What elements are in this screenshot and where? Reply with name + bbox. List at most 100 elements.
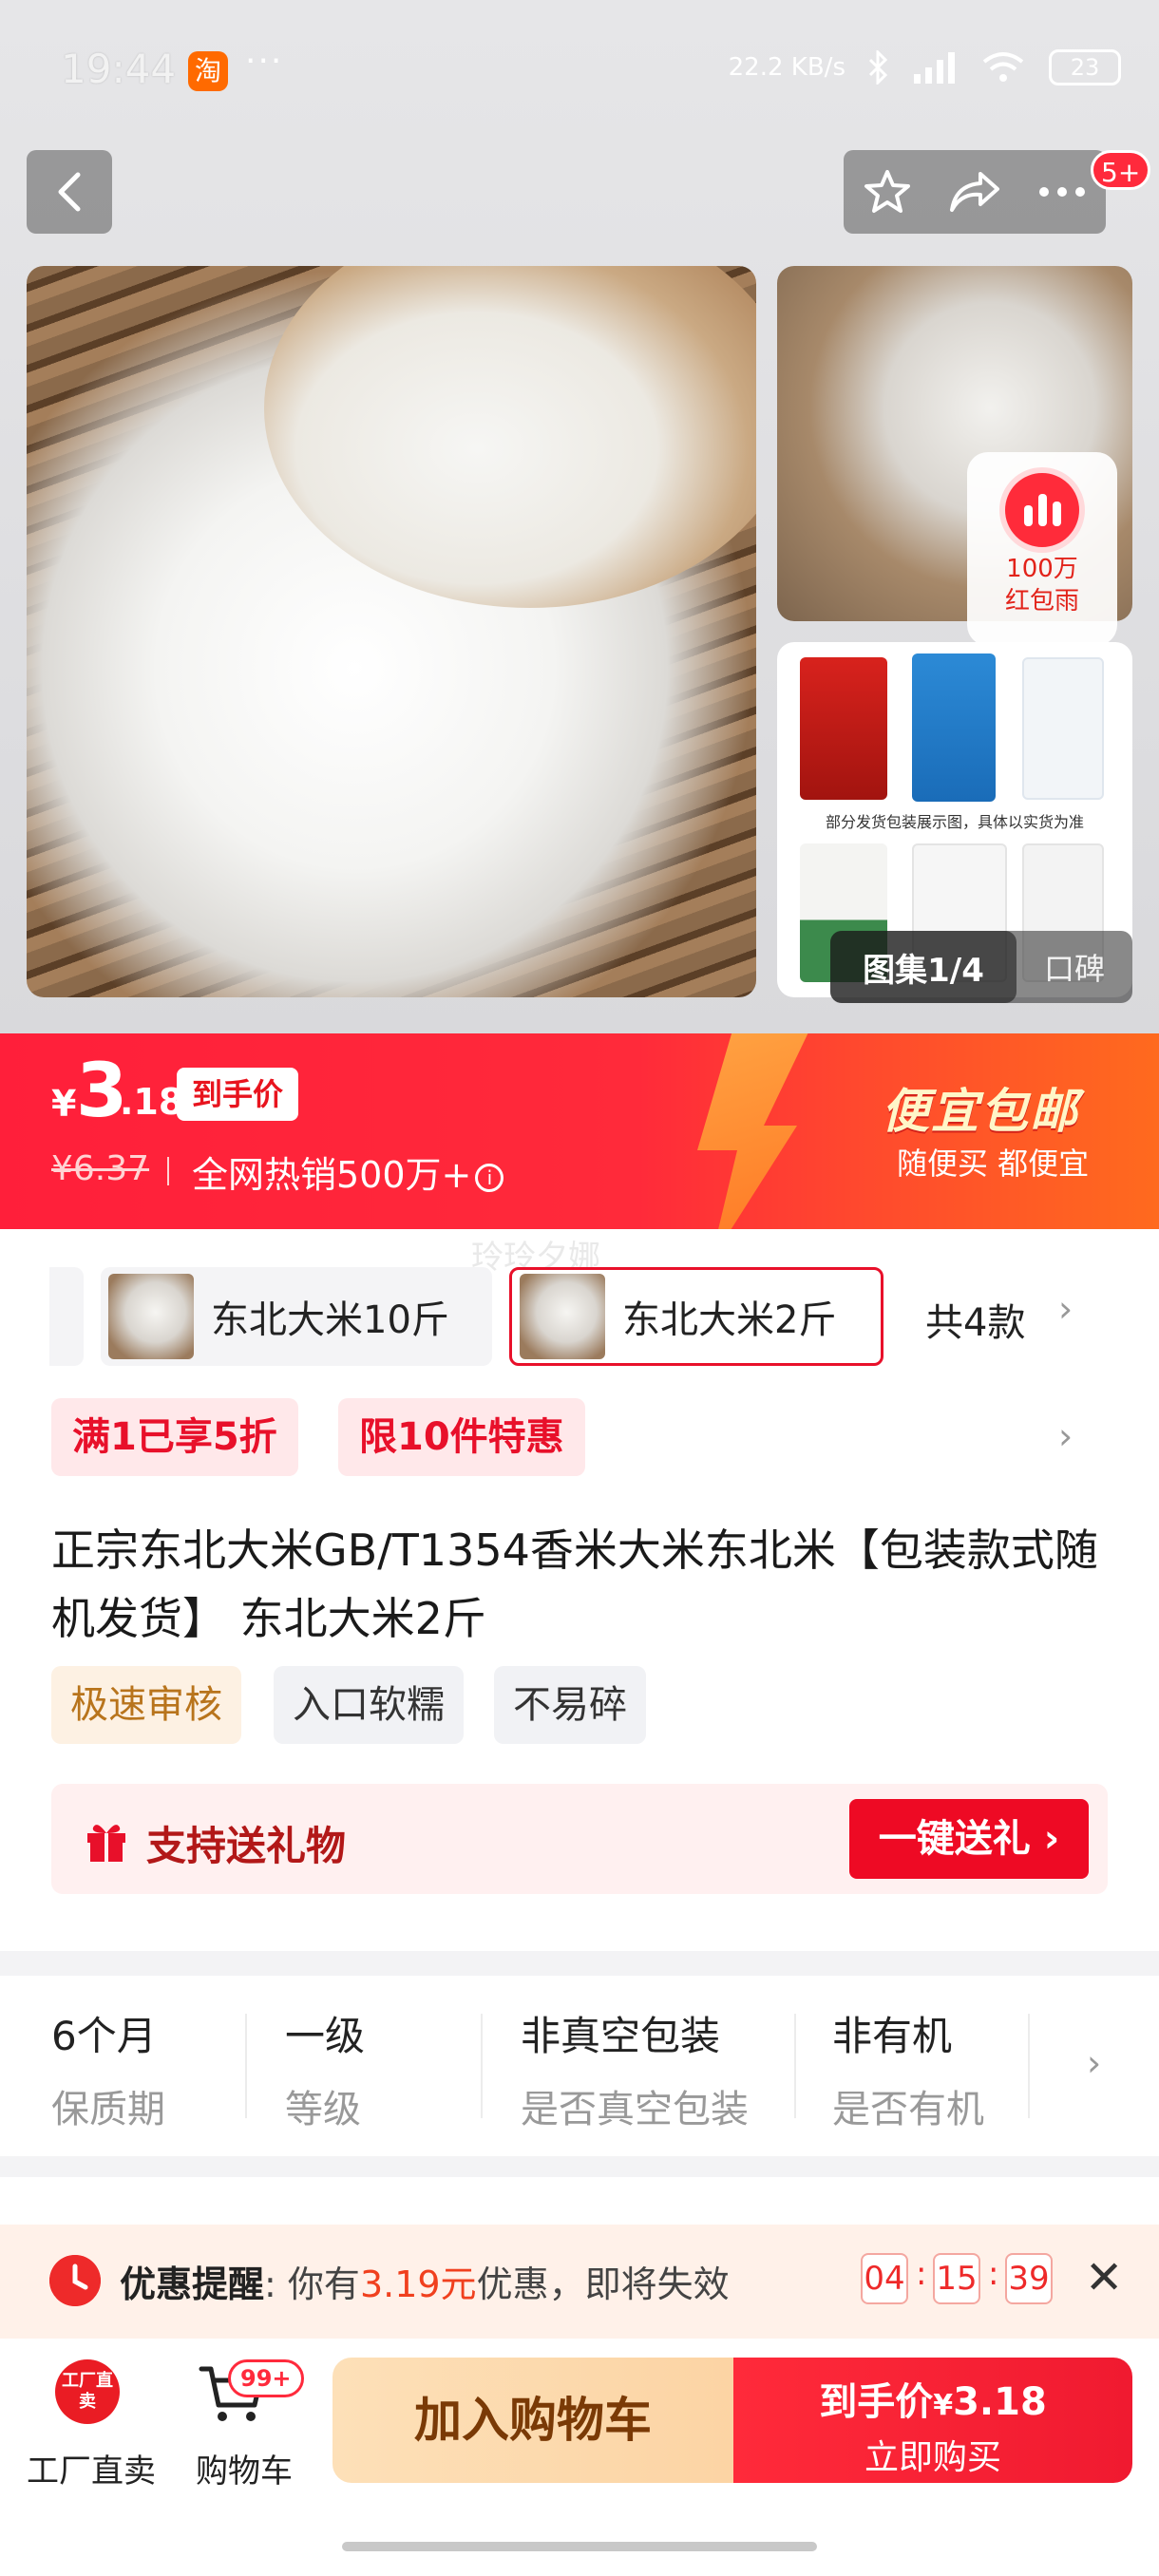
- spec-key: 是否真空包装: [521, 2088, 749, 2131]
- reminder-title: 优惠提醒: [120, 2263, 265, 2305]
- product-gallery: 19:44 淘 ··· 22.2 KB/s 23 5+ 部分发货包装展示图，具体…: [0, 0, 1159, 1033]
- status-more-icon: ···: [245, 42, 284, 81]
- spec-key: 是否有机: [832, 2088, 984, 2131]
- factory-icon-text: 工厂直卖: [62, 2371, 113, 2412]
- hongbao-amount: 100万: [1006, 555, 1078, 583]
- variant-thumbnail: [520, 1274, 605, 1359]
- gift-support-bar: 支持送礼物 一键送礼 ›: [51, 1784, 1108, 1894]
- red-envelope-rain-widget[interactable]: 100万 红包雨: [967, 452, 1117, 646]
- gift-label: 支持送礼物: [146, 1823, 347, 1869]
- back-button[interactable]: [27, 150, 112, 234]
- gallery-tab-images[interactable]: 图集1/4: [830, 931, 1016, 1003]
- hot-sale-info[interactable]: 全网热销500万+ i: [192, 1146, 504, 1198]
- variant-label: 东北大米2斤: [622, 1298, 837, 1342]
- buy-price-value: 3.18: [953, 2380, 1047, 2424]
- spec-key: 保质期: [51, 2088, 165, 2131]
- signal-icon: [914, 52, 955, 84]
- battery-icon: 23: [1049, 49, 1121, 85]
- variant-count[interactable]: 共4款: [925, 1292, 1025, 1347]
- spec-divider: [245, 2014, 247, 2118]
- spec-value: 非有机: [832, 2013, 953, 2059]
- share-icon: [950, 172, 999, 212]
- info-icon: i: [475, 1163, 504, 1192]
- original-price: ¥6.37: [51, 1149, 150, 1188]
- gift-icon: [87, 1825, 125, 1862]
- clock-icon: [49, 2255, 101, 2306]
- chevron-right-icon[interactable]: ›: [1058, 1288, 1073, 1330]
- status-time: 19:44: [61, 46, 177, 92]
- price-currency: ¥: [51, 1083, 77, 1125]
- feature-tag: 极速审核: [51, 1666, 241, 1744]
- send-gift-button[interactable]: 一键送礼 ›: [849, 1799, 1089, 1879]
- package-blue-bag: [912, 653, 996, 802]
- variant-option[interactable]: 东北大米10斤: [101, 1267, 492, 1366]
- spec-divider: [794, 2014, 796, 2118]
- package-white-bag: [1022, 657, 1104, 800]
- header-actions: [844, 150, 1106, 234]
- home-indicator: [342, 2542, 817, 2551]
- countdown-separator: :: [988, 2255, 999, 2293]
- product-title: 正宗东北大米GB/T1354香米大米东北米【包装款式随机发货】 东北大米2斤: [51, 1525, 1098, 1644]
- variant-option-selected[interactable]: 东北大米2斤: [509, 1267, 884, 1366]
- close-icon[interactable]: ✕: [1085, 2251, 1123, 2304]
- countdown-separator: :: [916, 2255, 927, 2293]
- share-button[interactable]: [931, 150, 1018, 234]
- price-decimal: .18: [120, 1081, 184, 1123]
- lightning-decoration: [697, 1033, 817, 1229]
- variant-scroll-edge: [49, 1267, 84, 1366]
- buy-now-price-line: 到手价¥3.18: [733, 2371, 1132, 2426]
- factory-direct-icon[interactable]: 工厂直卖: [55, 2359, 120, 2424]
- countdown-minutes: 15: [933, 2253, 980, 2304]
- countdown-seconds: 39: [1005, 2253, 1053, 2304]
- spec-key: 等级: [285, 2088, 361, 2131]
- add-to-cart-button[interactable]: 加入购物车: [332, 2358, 733, 2483]
- promo-title: 便宜包邮: [882, 1084, 1079, 1139]
- product-info-card: 玲玲夕娜 东北大米10斤 东北大米2斤 共4款 › 满1已享5折 限10件特惠 …: [0, 1229, 1159, 1951]
- reminder-text: 优惠提醒: 你有3.19元优惠，即将失效: [120, 2255, 730, 2307]
- spec-value: 6个月: [51, 2013, 157, 2059]
- status-bar: 19:44 淘 ··· 22.2 KB/s 23: [0, 38, 1159, 104]
- buy-price-prefix: 到手价: [819, 2380, 934, 2424]
- spec-value: 非真空包装: [521, 2013, 721, 2059]
- more-dots-icon: [1039, 187, 1085, 197]
- gallery-tab-reviews[interactable]: 口碑: [1016, 945, 1132, 989]
- buy-now-button[interactable]: 到手价¥3.18 立即购买: [733, 2358, 1132, 2483]
- wooden-scoop-image: [264, 266, 756, 608]
- reminder-amount: 3.19元: [359, 2263, 477, 2305]
- promo-chip[interactable]: 满1已享5折: [51, 1398, 298, 1476]
- promo-subtitle: 随便买 都便宜: [897, 1146, 1090, 1182]
- message-badge: 5+: [1091, 150, 1151, 190]
- promo-chip[interactable]: 限10件特惠: [338, 1398, 585, 1476]
- package-red-bag: [800, 657, 887, 800]
- wifi-icon: [982, 52, 1024, 82]
- chevron-right-icon[interactable]: ›: [1087, 2042, 1101, 2084]
- final-price-tag: 到手价: [177, 1068, 299, 1121]
- reminder-post: 优惠，即将失效: [476, 2263, 730, 2305]
- bottom-action-bar: 工厂直卖 工厂直卖 99+ 购物车 加入购物车 到手价¥3.18 立即购买: [0, 2339, 1159, 2576]
- cart-count-badge: 99+: [228, 2359, 304, 2397]
- countdown-hours: 04: [861, 2253, 908, 2304]
- cart-label[interactable]: 购物车: [196, 2445, 293, 2491]
- favorite-button[interactable]: [844, 150, 931, 234]
- reminder-pre: 你有: [287, 2263, 360, 2305]
- buy-price-currency: ¥: [933, 2389, 954, 2422]
- feature-tag: 不易碎: [494, 1666, 646, 1744]
- price-banner: ¥ 3 .18 到手价 ¥6.37 全网热销500万+ i 便宜包邮 随便买 都便…: [0, 1033, 1159, 1229]
- buy-now-label: 立即购买: [864, 2438, 1001, 2477]
- spec-value: 一级: [285, 2013, 366, 2059]
- discount-reminder-bar[interactable]: 优惠提醒: 你有3.19元优惠，即将失效 04 : 15 : 39 ✕: [0, 2225, 1159, 2339]
- gallery-switcher: 图集1/4 口碑: [830, 931, 1132, 1003]
- spec-divider: [481, 2014, 483, 2118]
- package-note: 部分发货包装展示图，具体以实货为准: [825, 813, 1084, 831]
- variant-label: 东北大米10斤: [211, 1298, 449, 1342]
- feature-tag: 入口软糯: [274, 1666, 464, 1744]
- reminder-colon: :: [264, 2263, 276, 2305]
- factory-direct-label[interactable]: 工厂直卖: [27, 2445, 156, 2491]
- bluetooth-icon: [868, 50, 888, 85]
- chevron-left-icon: [58, 172, 81, 212]
- chevron-right-icon[interactable]: ›: [1058, 1415, 1073, 1457]
- price-separator: [167, 1157, 169, 1185]
- spec-summary[interactable]: 6个月 保质期 一级 等级 非真空包装 是否真空包装 非有机 是否有机 ›: [0, 1976, 1159, 2156]
- status-indicators: 22.2 KB/s 23: [729, 49, 1121, 85]
- main-product-image[interactable]: [27, 266, 756, 997]
